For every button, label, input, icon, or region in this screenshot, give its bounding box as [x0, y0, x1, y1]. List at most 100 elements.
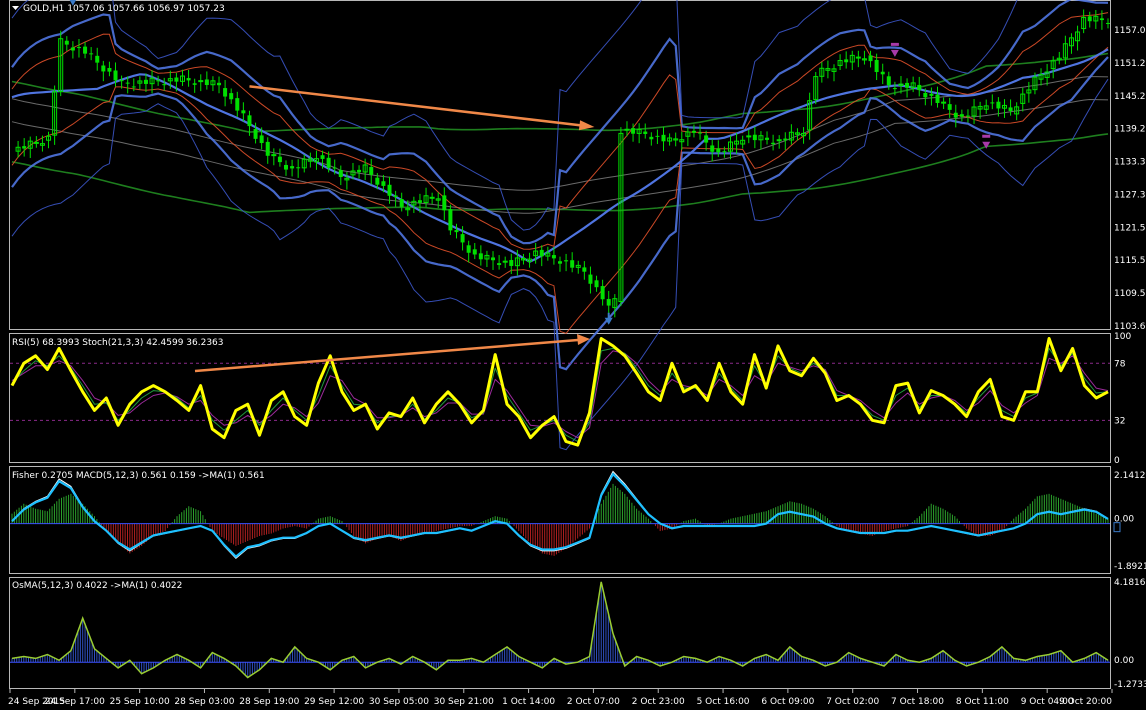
candle-body-bear: [771, 142, 776, 145]
candle-body-bear: [765, 137, 770, 140]
candle-body-bear: [965, 115, 970, 117]
candle-body-bear: [217, 82, 222, 86]
candle-body-bear: [320, 155, 325, 159]
candle-body-bear: [235, 98, 240, 111]
candle-body-bear: [332, 167, 337, 169]
candle-body-bear: [143, 79, 148, 84]
candle-body-bear: [192, 83, 197, 85]
candle-body-bear: [95, 55, 100, 63]
candle-body-bear: [393, 195, 398, 198]
x-axis-tick-label: 2 Oct 07:00: [567, 697, 620, 707]
price-panel-title: GOLD,H1 1057.06 1057.66 1056.97 1057.23: [23, 4, 225, 14]
x-axis-tick-label: 30 Sep 21:00: [434, 697, 494, 707]
fisher-axis-tick: 2.1412: [1114, 471, 1146, 481]
candle-body-bear: [1087, 16, 1092, 22]
price-axis-tick: 1157.09: [1114, 26, 1146, 36]
price-axis-tick: 1139.29: [1114, 125, 1146, 135]
candle-body-bear: [174, 77, 179, 82]
candle-body-bear: [704, 135, 709, 143]
candle-body-bear: [558, 261, 562, 264]
candle-body-bear: [76, 47, 81, 49]
candle-body-bear: [448, 209, 453, 231]
candle-body-bull: [941, 101, 947, 104]
candle-body-bear: [241, 110, 246, 114]
candle-body-bear: [491, 257, 496, 261]
osma-panel-title: OsMA(5,12,3) 0.4022 ->MA(1) 0.4022: [12, 581, 182, 591]
candle-body-bear: [631, 128, 636, 134]
candle-body-bear: [125, 82, 130, 84]
candle-body-bear: [369, 166, 374, 175]
candle-body-bear: [570, 260, 575, 268]
candle-body-bear: [259, 135, 264, 144]
x-axis-tick-label: 6 Oct 09:00: [761, 697, 814, 707]
candle-body-bear: [917, 84, 922, 91]
candle-body-bear: [107, 67, 112, 72]
candle-body-bear: [253, 128, 258, 139]
rsi-axis-tick: 0: [1114, 456, 1120, 466]
candle-body-bear: [472, 249, 477, 255]
candle-body-bull: [271, 154, 277, 157]
candle-body-bear: [880, 71, 885, 75]
candle-body-bull: [746, 135, 752, 138]
candle-body-bear: [953, 112, 958, 118]
price-axis-tick: 1133.39: [1114, 158, 1146, 168]
price-axis-tick: 1127.39: [1114, 190, 1146, 200]
x-axis-tick-label: 8 Oct 11:00: [956, 697, 1009, 707]
candle-body-bear: [381, 181, 386, 186]
price-axis-tick: 1151.29: [1114, 59, 1146, 69]
candle-body-bear: [923, 92, 928, 98]
candle-body-bear: [290, 166, 295, 169]
candle-body-bear: [886, 76, 891, 86]
candle-body-bear: [338, 170, 343, 178]
candle-body-bear: [929, 93, 934, 96]
candle-body-bear: [417, 200, 422, 203]
candle-body-bear: [83, 46, 88, 54]
x-axis-tick-label: 29 Sep 12:00: [304, 697, 364, 707]
candle-body-bear: [223, 88, 228, 97]
candle-body-bear: [497, 263, 502, 266]
candle-body-bear: [101, 65, 106, 72]
x-axis-tick-label: 2 Oct 23:00: [632, 697, 685, 707]
x-axis-tick-label: 25 Sep 10:00: [110, 697, 170, 707]
candle-body-bear: [1008, 107, 1013, 112]
candle-body-bear: [119, 80, 124, 82]
x-axis-tick-label: 5 Oct 16:00: [697, 697, 750, 707]
candle-body-bear: [454, 230, 459, 233]
rsi-axis-tick: 32: [1114, 416, 1125, 426]
candle-body-bear: [442, 195, 447, 211]
candle-body-bear: [1099, 18, 1104, 21]
candle-body-bear: [1106, 22, 1110, 24]
candle-body-bull: [776, 139, 782, 142]
osma-axis-tick: -1.2733: [1114, 680, 1146, 690]
candle-body-bear: [64, 40, 69, 45]
candle-body-bear: [22, 146, 27, 149]
candle-body-bear: [551, 255, 556, 259]
candle-body-bear: [387, 184, 392, 196]
candle-body-bear: [600, 286, 605, 300]
candle-body-bear: [594, 280, 599, 288]
x-axis-tick-label: 9 Oct 20:00: [1059, 697, 1112, 707]
candle-body-bear: [990, 102, 995, 104]
candle-body-bear: [478, 253, 483, 260]
x-axis-tick-label: 28 Sep 03:00: [174, 697, 234, 707]
candle-body-bull: [198, 80, 204, 83]
candle-body-bear: [655, 135, 660, 137]
candle-body-bear: [539, 249, 544, 257]
candle-body-bear: [905, 82, 910, 88]
candle-body-bear: [698, 132, 703, 134]
x-axis-tick-label: 30 Sep 05:00: [369, 697, 429, 707]
candle-body-bear: [722, 151, 727, 153]
candle-body-bear: [716, 148, 721, 153]
candle-body-bear: [661, 134, 666, 142]
x-axis-tick-label: 24 Sep 17:00: [45, 697, 105, 707]
candle-body-bear: [247, 115, 252, 127]
trading-chart[interactable]: 1157.09 1151.29 1145.29 1139.29 1133.39 1127.…: [0, 0, 1146, 710]
candle-body-bear: [113, 70, 118, 81]
candle-body-bear: [582, 267, 587, 272]
fisher-panel-title: Fisher 0.2705 MACD(5,12,3) 0.561 0.159 -…: [12, 471, 265, 481]
candle-body-bear: [892, 88, 897, 90]
candle-body-bear: [204, 79, 209, 86]
x-axis-tick-label: 1 Oct 14:00: [502, 697, 555, 707]
candle-body-bear: [229, 93, 234, 100]
x-axis-tick-label: 7 Oct 02:00: [826, 697, 879, 707]
